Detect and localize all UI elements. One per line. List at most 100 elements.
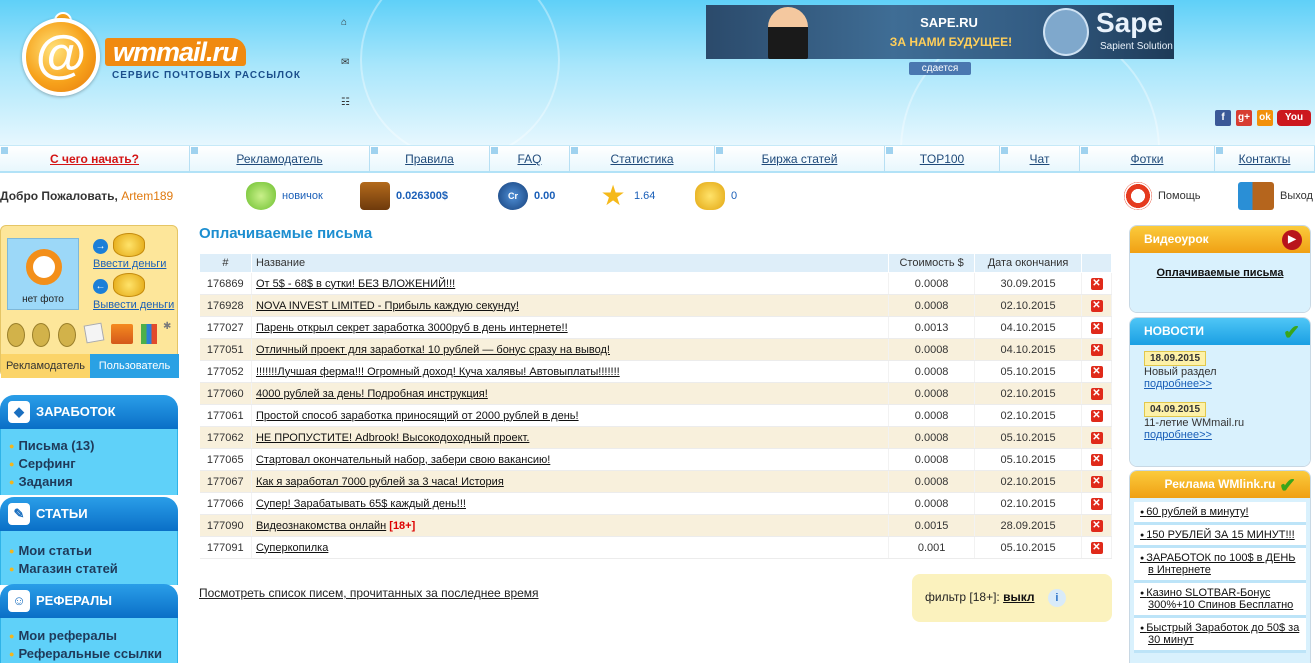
letter-title-link[interactable]: Как я заработал 7000 рублей за 3 часа! И… — [256, 476, 504, 488]
menu-articles-header[interactable]: ✎ СТАТЬИ — [0, 497, 178, 531]
delete-icon[interactable]: ✕ — [1090, 344, 1103, 356]
delete-icon[interactable]: ✕ — [1090, 498, 1103, 510]
coins-icon — [695, 182, 725, 210]
help-link[interactable]: Помощь — [1124, 180, 1201, 212]
menu-item-referral-links[interactable]: Реферальные ссылки — [1, 645, 177, 663]
video-lesson-link[interactable]: Оплачиваемые письма — [1157, 267, 1284, 279]
facebook-icon[interactable]: f — [1215, 110, 1231, 126]
user-coins: 0 — [695, 180, 737, 212]
menu-item-my-articles[interactable]: Мои статьи — [1, 542, 177, 560]
letter-id: 177051 — [199, 338, 252, 361]
right-sidebar: Видеоурок ▶ Оплачиваемые письма НОВОСТИ … — [1129, 225, 1315, 663]
logout-link[interactable]: Выход — [1238, 180, 1313, 212]
articles-icon: ✎ — [8, 503, 30, 525]
letter-title-link[interactable]: 4000 рублей за день! Подробная инструкци… — [256, 388, 488, 400]
ad-link[interactable]: Казино SLOTBAR-Бонус 300%+10 Спинов Бесп… — [1134, 583, 1306, 618]
filter-toggle[interactable]: выкл — [1003, 590, 1034, 604]
delete-icon[interactable]: ✕ — [1090, 410, 1103, 422]
help-text[interactable]: Помощь — [1158, 190, 1201, 202]
menu-item-letters[interactable]: Письма (13) — [1, 437, 177, 455]
nav-article-exchange[interactable]: Биржа статей — [715, 146, 885, 172]
letter-end-date: 04.10.2015 — [974, 338, 1083, 361]
delete-icon[interactable]: ✕ — [1090, 520, 1103, 532]
delete-icon[interactable]: ✕ — [1090, 322, 1103, 334]
letter-id: 177067 — [199, 470, 252, 493]
bricks-icon[interactable] — [111, 324, 133, 344]
odnoklassniki-icon[interactable]: ok — [1257, 110, 1273, 126]
tab-user[interactable]: Пользователь — [90, 354, 179, 378]
notepad-icon[interactable] — [83, 322, 105, 344]
news-more-link[interactable]: подробнее>> — [1144, 378, 1212, 390]
nav-faq[interactable]: FAQ — [490, 146, 570, 172]
page-title: Оплачиваемые письма — [199, 225, 373, 242]
menu-item-surfing[interactable]: Серфинг — [1, 455, 177, 473]
sape-banner[interactable]: SAPE.RU ЗА НАМИ БУДУЩЕЕ! Sape Sapient So… — [706, 5, 1174, 59]
letter-title-link[interactable]: Парень открыл секрет заработка 3000руб в… — [256, 322, 568, 334]
nav-rules[interactable]: Правила — [370, 146, 490, 172]
news-date: 18.09.2015 — [1144, 351, 1207, 366]
letter-end-date: 05.10.2015 — [974, 536, 1083, 559]
letter-title-link[interactable]: Суперкопилка — [256, 542, 328, 554]
letter-title-link[interactable]: Отличный проект для заработка! 10 рублей… — [256, 344, 610, 356]
ad-link[interactable]: 60 рублей в минуту! — [1134, 502, 1306, 525]
menu-referrals-header[interactable]: ☺ РЕФЕРАЛЫ — [0, 584, 178, 618]
avatar[interactable]: нет фото — [7, 238, 79, 310]
letter-title-link[interactable]: Супер! Зарабатывать 65$ каждый день!!! — [256, 498, 466, 510]
letter-title-link[interactable]: От 5$ - 68$ в сутки! БЕЗ ВЛОЖЕНИЙ!!! — [256, 278, 455, 290]
nav-chat[interactable]: Чат — [1000, 146, 1080, 172]
delete-icon[interactable]: ✕ — [1090, 542, 1103, 554]
letter-id: 177065 — [199, 448, 252, 471]
menu-item-article-shop[interactable]: Магазин статей — [1, 560, 177, 578]
logo-text[interactable]: wmmail.ru — [105, 38, 246, 66]
letter-title-link[interactable]: NOVA INVEST LIMITED - Прибыль каждую сек… — [256, 300, 519, 312]
letter-title-link[interactable]: Видеознакомства онлайн — [256, 520, 386, 532]
home-icon[interactable]: ⌂ — [341, 18, 353, 28]
letter-title-link[interactable]: НЕ ПРОПУСТИТЕ! Adbrook! Высокодоходный п… — [256, 432, 529, 444]
youtube-icon[interactable]: You — [1277, 110, 1311, 126]
ad-link[interactable]: Быстрый Заработок до 50$ за 30 минут — [1134, 618, 1306, 653]
menu-earn-header[interactable]: ◆ ЗАРАБОТОК — [0, 395, 178, 429]
letter-id: 177066 — [199, 492, 252, 515]
username[interactable]: Artem189 — [121, 189, 173, 203]
delete-icon[interactable]: ✕ — [1090, 388, 1103, 400]
read-history-link[interactable]: Посмотреть список писем, прочитанных за … — [199, 586, 539, 600]
google-plus-icon[interactable]: g+ — [1236, 110, 1252, 126]
gear-icon[interactable]: ✱ — [163, 321, 171, 332]
withdraw-link[interactable]: Вывести деньги — [93, 299, 174, 311]
nav-getting-started[interactable]: С чего начать? — [0, 146, 190, 172]
ad-link[interactable]: 150 РУБЛЕЙ ЗА 15 МИНУТ!!! — [1134, 525, 1306, 548]
logo-at-icon[interactable]: @ — [22, 18, 100, 96]
logout-text[interactable]: Выход — [1280, 190, 1313, 202]
nav-photos[interactable]: Фотки — [1080, 146, 1215, 172]
tab-advertiser[interactable]: Рекламодатель — [1, 354, 90, 378]
menu-item-my-referrals[interactable]: Мои рефералы — [1, 627, 177, 645]
nav-top100[interactable]: TOP100 — [885, 146, 1000, 172]
letter-end-date: 02.10.2015 — [974, 492, 1083, 515]
letter-title-link[interactable]: Простой способ заработка приносящий от 2… — [256, 410, 579, 422]
info-icon[interactable]: i — [1047, 589, 1066, 607]
news-more-link[interactable]: подробнее>> — [1144, 429, 1212, 441]
nav-advertiser[interactable]: Рекламодатель — [190, 146, 370, 172]
menu-item-tasks[interactable]: Задания — [1, 473, 177, 491]
play-icon[interactable]: ▶ — [1282, 230, 1302, 250]
letter-title-link[interactable]: Стартовал окончательный набор, забери св… — [256, 454, 550, 466]
nav-contacts[interactable]: Контакты — [1215, 146, 1315, 172]
delete-icon[interactable]: ✕ — [1090, 366, 1103, 378]
letter-title-cell: 4000 рублей за день! Подробная инструкци… — [251, 382, 890, 405]
user-credits: Cr 0.00 — [498, 180, 555, 212]
delete-icon[interactable]: ✕ — [1090, 300, 1103, 312]
delete-icon[interactable]: ✕ — [1090, 476, 1103, 488]
delete-icon[interactable]: ✕ — [1090, 278, 1103, 290]
bar-chart-icon[interactable] — [141, 324, 157, 344]
nav-statistics[interactable]: Статистика — [570, 146, 715, 172]
letter-end-date: 02.10.2015 — [974, 470, 1083, 493]
ad-rent-label[interactable]: сдается — [909, 62, 971, 75]
sitemap-icon[interactable]: ☷ — [341, 98, 353, 108]
letter-title-cell: NOVA INVEST LIMITED - Прибыль каждую сек… — [251, 294, 890, 317]
mail-icon[interactable]: ✉ — [341, 58, 353, 68]
delete-icon[interactable]: ✕ — [1090, 432, 1103, 444]
letter-title-link[interactable]: !!!!!!!Лучшая ферма!!! Огромный доход! К… — [256, 366, 620, 378]
ad-link[interactable]: ЗАРАБОТОК по 100$ в ДЕНЬ в Интернете — [1134, 548, 1306, 583]
delete-icon[interactable]: ✕ — [1090, 454, 1103, 466]
deposit-link[interactable]: Ввести деньги — [93, 258, 166, 270]
